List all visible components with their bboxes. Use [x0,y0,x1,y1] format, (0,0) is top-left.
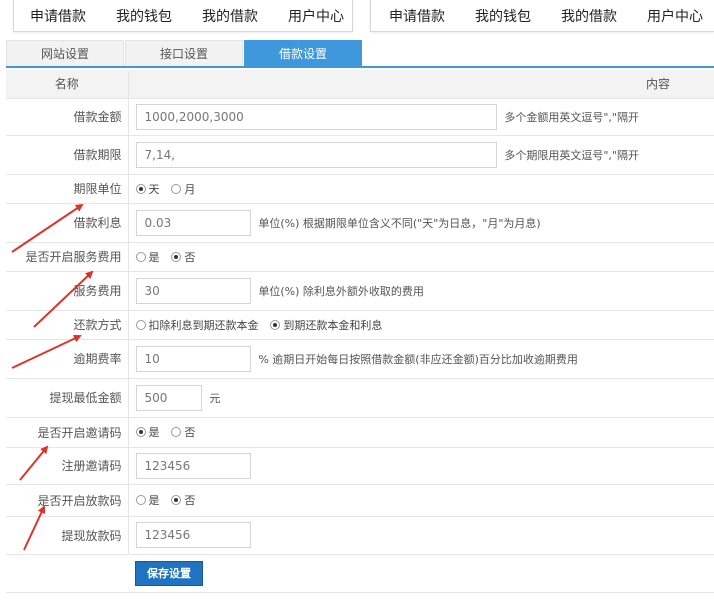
radio-checked-icon [135,427,146,437]
radio-checked-icon [135,183,146,194]
min-withdraw-input[interactable] [135,384,202,411]
radio-unchecked-icon [135,251,146,262]
invite-yes-option[interactable]: 是 [135,424,160,440]
row-loan-term: 借款期限 多个期限用英文逗号","隔开 [6,135,714,175]
table-header-row: 名称 内容 [6,70,714,99]
nav-my-wallet[interactable]: 我的钱包 [116,6,172,26]
header-name: 名称 [6,70,129,99]
row-invite-code: 注册邀请码 [6,447,714,485]
loan-term-hint: 多个期限用英文逗号","隔开 [504,148,639,162]
service-fee-hint: 单位(%) 除利息外额外收取的费用 [258,284,424,298]
row-loan-code: 提现放款码 [6,516,714,555]
nav-my-wallet[interactable]: 我的钱包 [475,6,531,26]
tab-api-settings[interactable]: 接口设置 [125,40,243,66]
label-interest: 借款利息 [6,203,129,243]
radio-unchecked-icon [171,427,182,437]
row-repayment-method: 还款方式 扣除利息到期还款本金 到期还款本金和利息 [6,310,714,340]
label-invite-enabled: 是否开启邀请码 [6,417,129,448]
nav-user-center[interactable]: 用户中心 [288,6,344,26]
service-fee-no-option[interactable]: 否 [171,249,195,265]
nav-group-right: 申请借款 我的钱包 我的借款 用户中心 [370,0,714,32]
loan-code-input[interactable] [135,522,251,548]
top-navigation: 申请借款 我的钱包 我的借款 用户中心 申请借款 我的钱包 我的借款 用户中心 [0,0,714,32]
nav-my-loans[interactable]: 我的借款 [561,6,617,26]
term-unit-day-option[interactable]: 天 [135,181,160,197]
repayment-principal-interest-option[interactable]: 到期还款本金和利息 [270,317,382,333]
label-loan-code-enabled: 是否开启放款码 [6,484,129,517]
label-repayment-method: 还款方式 [6,310,129,340]
header-content: 内容 [128,70,714,99]
service-fee-input[interactable] [135,277,251,304]
loan-amount-hint: 多个金额用英文逗号","隔开 [504,110,639,124]
save-settings-button[interactable]: 保存设置 [135,560,203,586]
nav-group-left: 申请借款 我的钱包 我的借款 用户中心 [13,0,353,32]
settings-tabs: 网站设置 接口设置 借款设置 [6,40,714,68]
overdue-rate-hint: % 逾期日开始每日按照借款金额(非应还金额)百分比加收逾期费用 [258,352,578,366]
radio-unchecked-icon [171,183,182,194]
tab-loan-settings[interactable]: 借款设置 [244,40,362,66]
nav-apply-loan[interactable]: 申请借款 [389,6,445,26]
loan-amount-input[interactable] [135,103,497,130]
radio-unchecked-icon [135,319,146,330]
nav-apply-loan[interactable]: 申请借款 [30,6,86,26]
row-invite-enabled: 是否开启邀请码 是 否 [6,417,714,448]
service-fee-yes-option[interactable]: 是 [135,249,160,265]
label-service-fee-enabled: 是否开启服务费用 [6,242,129,272]
loan-code-yes-option[interactable]: 是 [135,492,160,508]
row-loan-code-enabled: 是否开启放款码 是 否 [6,484,714,517]
label-term-unit: 期限单位 [6,174,129,204]
tab-site-settings[interactable]: 网站设置 [6,40,124,66]
min-withdraw-unit: 元 [209,391,221,405]
interest-input[interactable] [135,209,251,236]
label-loan-code: 提现放款码 [6,516,129,555]
nav-my-loans[interactable]: 我的借款 [202,6,258,26]
row-min-withdraw: 提现最低金额 元 [6,378,714,418]
row-term-unit: 期限单位 天 月 [6,174,714,204]
label-service-fee: 服务费用 [6,271,129,311]
overdue-rate-input[interactable] [135,345,251,372]
repayment-deduct-interest-option[interactable]: 扣除利息到期还款本金 [135,317,259,333]
radio-checked-icon [171,251,182,262]
loan-settings-form: 名称 内容 借款金额 多个金额用英文逗号","隔开 借款期限 多个期限用英文逗号… [6,70,714,593]
row-loan-amount: 借款金额 多个金额用英文逗号","隔开 [6,98,714,136]
row-interest: 借款利息 单位(%) 根据期限单位含义不同("天"为日息，"月"为月息) [6,203,714,243]
radio-unchecked-icon [135,495,146,505]
invite-no-option[interactable]: 否 [171,424,195,440]
radio-checked-icon [270,319,281,330]
label-min-withdraw: 提现最低金额 [6,378,129,418]
loan-term-input[interactable] [135,141,497,168]
label-loan-amount: 借款金额 [6,98,129,136]
radio-checked-icon [171,495,182,505]
invite-code-input[interactable] [135,452,251,479]
nav-user-center[interactable]: 用户中心 [647,6,703,26]
label-loan-term: 借款期限 [6,135,129,175]
loan-code-no-option[interactable]: 否 [171,492,195,508]
label-invite-code: 注册邀请码 [6,447,129,485]
term-unit-month-option[interactable]: 月 [171,181,195,197]
row-overdue-rate: 逾期费率 % 逾期日开始每日按照借款金额(非应还金额)百分比加收逾期费用 [6,339,714,379]
row-save: 保存设置 [6,554,714,593]
label-overdue-rate: 逾期费率 [6,339,129,379]
row-service-fee-enabled: 是否开启服务费用 是 否 [6,242,714,272]
interest-hint: 单位(%) 根据期限单位含义不同("天"为日息，"月"为月息) [258,216,541,230]
row-service-fee: 服务费用 单位(%) 除利息外额外收取的费用 [6,271,714,311]
